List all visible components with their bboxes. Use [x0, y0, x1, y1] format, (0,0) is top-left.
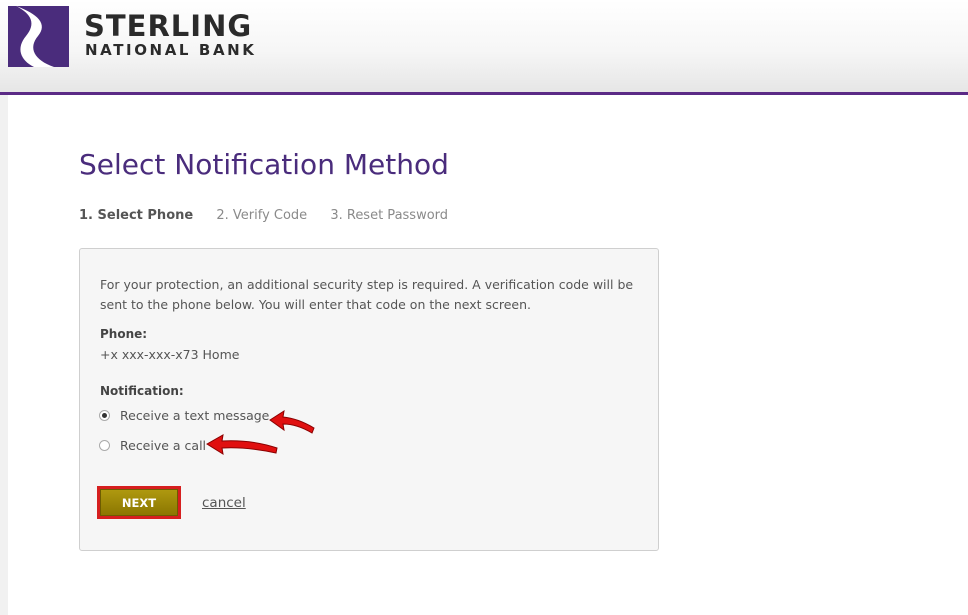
step-verify-code: 2. Verify Code	[216, 208, 308, 223]
option-text-message[interactable]: Receive a text message	[99, 406, 269, 424]
red-arrow-icon	[206, 434, 278, 456]
brand-name: STERLING	[84, 9, 253, 43]
option-call[interactable]: Receive a call	[99, 436, 206, 454]
radio-text-message[interactable]	[99, 409, 110, 421]
next-button[interactable]: NEXT	[97, 486, 181, 519]
phone-value: +x xxx-xxx-x73 Home	[100, 347, 240, 362]
page-title: Select Notification Method	[79, 148, 449, 181]
radio-call[interactable]	[99, 439, 110, 451]
step-select-phone: 1. Select Phone	[79, 208, 194, 223]
intro-text: For your protection, an additional secur…	[100, 277, 634, 312]
step-reset-password: 3. Reset Password	[330, 208, 449, 223]
phone-label: Phone:	[100, 327, 148, 341]
option-text-message-label: Receive a text message	[120, 407, 270, 423]
option-call-label: Receive a call	[120, 437, 207, 453]
site-header: STERLING NATIONAL BANK	[0, 0, 968, 95]
brand-subtitle: NATIONAL BANK	[85, 41, 257, 59]
step-indicator: 1. Select Phone 2. Verify Code 3. Reset …	[79, 208, 467, 224]
notification-form: For your protection, an additional secur…	[79, 248, 659, 551]
cancel-link[interactable]: cancel	[202, 495, 246, 511]
notification-label: Notification:	[100, 384, 184, 398]
left-edge-bar	[0, 95, 8, 615]
sterling-logo-icon[interactable]	[8, 6, 69, 67]
